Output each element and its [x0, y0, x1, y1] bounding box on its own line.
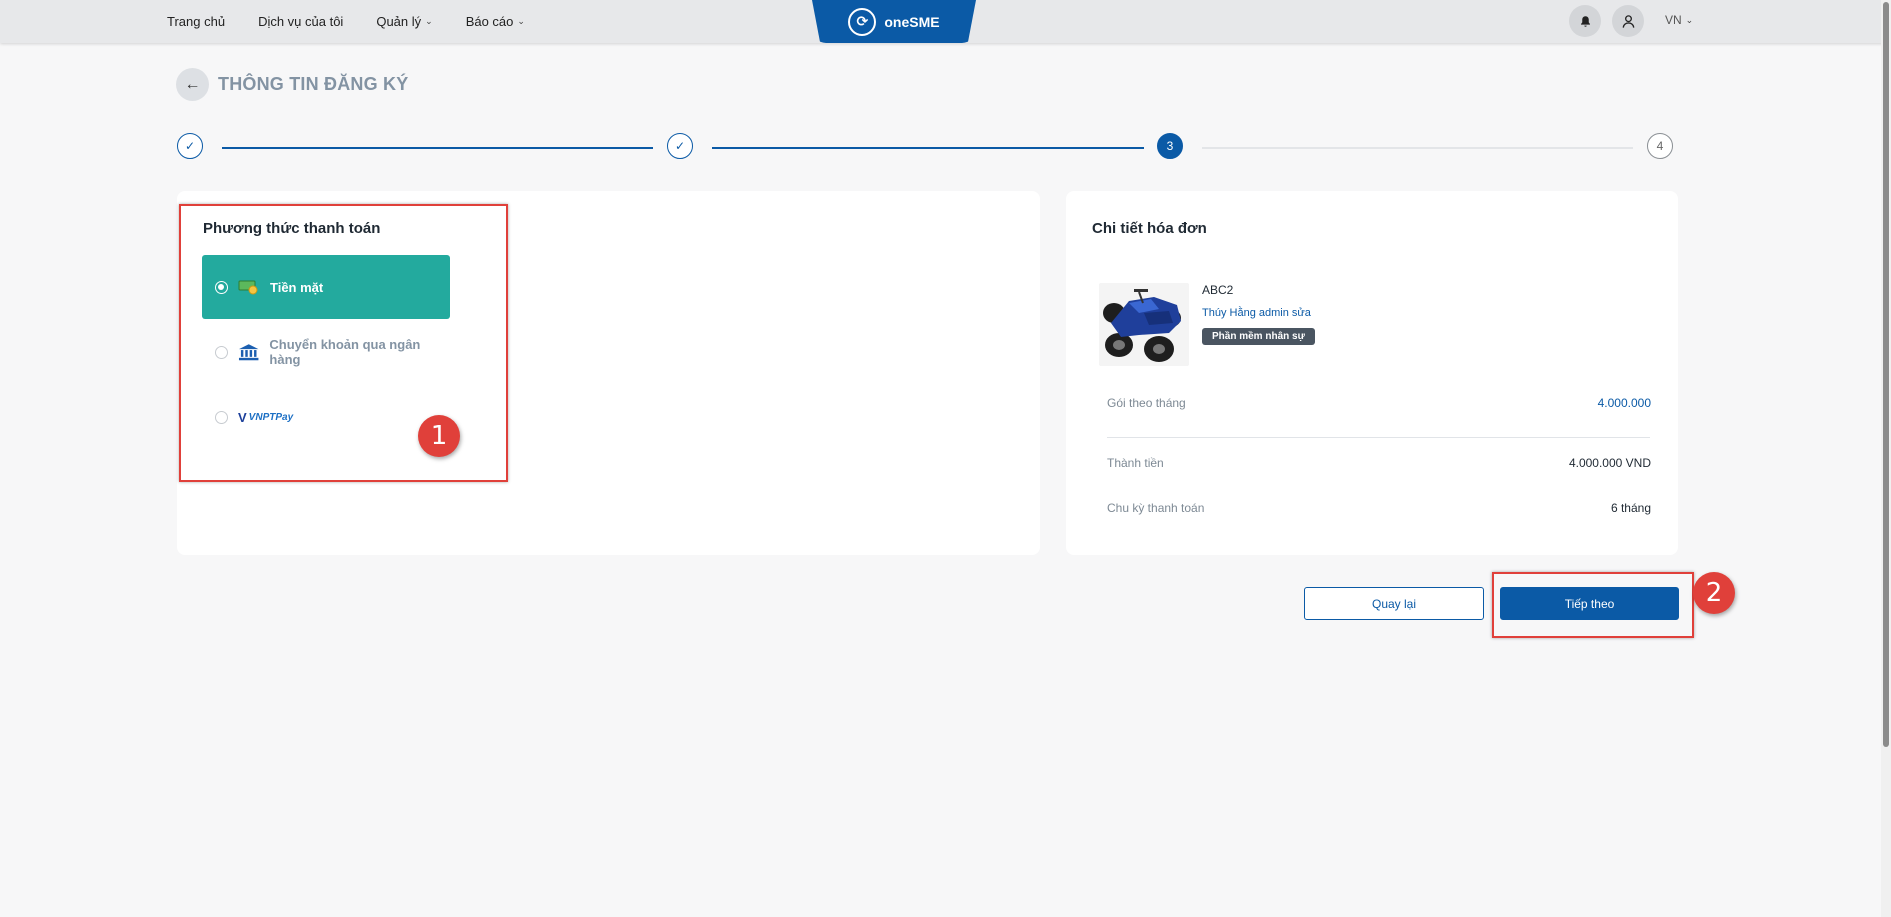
language-selector[interactable]: VN ⌄	[1665, 13, 1693, 27]
nav-item-label: Trang chủ	[167, 14, 226, 29]
back-arrow-button[interactable]: ←	[176, 68, 209, 101]
brand-name: oneSME	[884, 13, 940, 30]
main-nav: Trang chủ Dịch vụ của tôi Quản lý ⌄ Báo …	[167, 0, 525, 43]
arrow-left-icon: ←	[184, 75, 201, 93]
invoice-row-value: 4.000.000 VND	[1568, 456, 1651, 470]
step-4: 4	[1647, 133, 1673, 159]
nav-item-label: Báo cáo	[465, 14, 514, 29]
notification-button[interactable]	[1569, 5, 1601, 37]
top-navbar: Trang chủ Dịch vụ của tôi Quản lý ⌄ Báo …	[0, 0, 1891, 43]
invoice-row-label: Thành tiền	[1107, 456, 1164, 470]
chevron-down-icon: ⌄	[425, 16, 433, 26]
nav-item-home[interactable]: Trang chủ	[167, 14, 225, 29]
step-connector	[712, 147, 1144, 149]
annotation-marker-2: 2	[1693, 572, 1735, 614]
step-number: 4	[1656, 139, 1664, 153]
nav-item-my-services[interactable]: Dịch vụ của tôi	[258, 14, 343, 29]
step-connector	[222, 147, 653, 149]
invoice-title: Chi tiết hóa đơn	[1092, 220, 1207, 237]
language-label: VN	[1665, 13, 1682, 27]
nav-item-management[interactable]: Quản lý ⌄	[376, 14, 432, 29]
invoice-row-value: 4.000.000	[1597, 396, 1651, 410]
invoice-row-value: 6 tháng	[1610, 501, 1651, 515]
sync-logo-icon: ⟳	[848, 7, 877, 36]
chevron-down-icon: ⌄	[517, 16, 525, 26]
divider	[1107, 437, 1650, 438]
check-icon: ✓	[674, 139, 686, 153]
annotation-box-2	[1492, 572, 1694, 638]
invoice-row-label: Gói theo tháng	[1107, 396, 1186, 410]
user-icon	[1622, 14, 1634, 28]
user-account-button[interactable]	[1612, 5, 1644, 37]
brand-logo[interactable]: ⟳ oneSME	[812, 0, 976, 43]
check-icon: ✓	[184, 139, 196, 153]
invoice-row-label: Chu kỳ thanh toán	[1107, 501, 1205, 515]
product-vendor-link[interactable]: Thúy Hằng admin sửa	[1202, 307, 1311, 319]
step-3: 3	[1157, 133, 1183, 159]
scrollbar-thumb[interactable]	[1883, 2, 1889, 747]
nav-item-reports[interactable]: Báo cáo ⌄	[466, 14, 525, 29]
page-scrollbar[interactable]	[1881, 0, 1891, 917]
step-1: ✓	[177, 133, 203, 159]
chevron-down-icon: ⌄	[1685, 14, 1694, 25]
step-connector	[1202, 147, 1633, 149]
product-image	[1099, 283, 1189, 366]
back-button[interactable]: Quay lại	[1304, 587, 1484, 620]
nav-item-label: Dịch vụ của tôi	[258, 14, 344, 29]
nav-item-label: Quản lý	[376, 14, 422, 29]
bell-icon	[1580, 15, 1590, 27]
step-2: ✓	[667, 133, 693, 159]
product-name: ABC2	[1202, 283, 1234, 297]
page-title: THÔNG TIN ĐĂNG KÝ	[218, 74, 409, 94]
product-category-badge: Phần mềm nhân sự	[1202, 328, 1315, 345]
step-number: 3	[1166, 139, 1174, 153]
annotation-marker-1: 1	[418, 415, 460, 457]
